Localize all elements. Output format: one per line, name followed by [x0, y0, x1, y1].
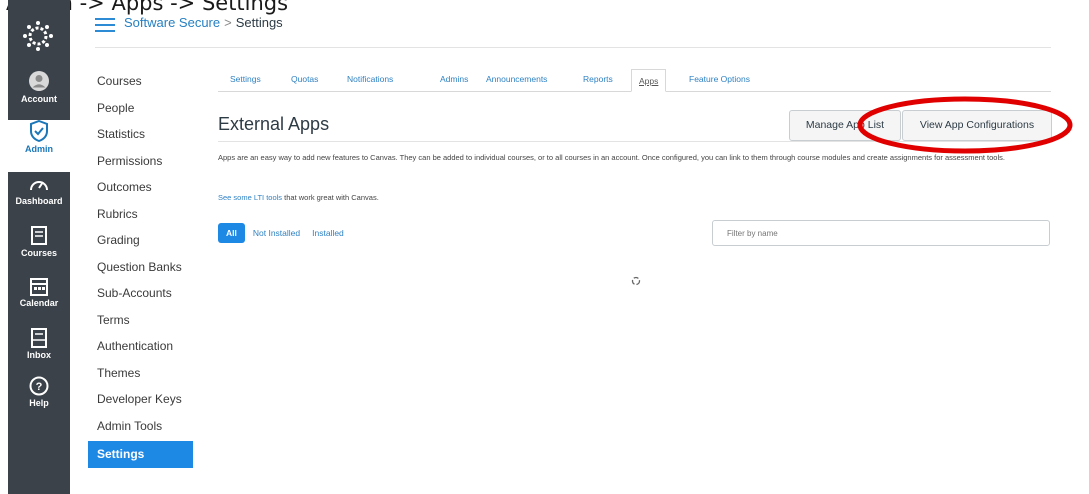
- filter-all[interactable]: All: [218, 223, 245, 243]
- subnav-developer-keys[interactable]: Developer Keys: [88, 386, 198, 413]
- nav-courses[interactable]: Courses: [8, 226, 70, 278]
- lti-tools-text: See some LTI tools that work great with …: [218, 193, 379, 202]
- nav-label: Calendar: [19, 298, 59, 308]
- header-divider: [95, 47, 1051, 48]
- tab-quotas[interactable]: Quotas: [291, 74, 318, 84]
- account-sub-nav: Courses People Statistics Permissions Ou…: [88, 68, 198, 468]
- subnav-statistics[interactable]: Statistics: [88, 121, 198, 148]
- subnav-people[interactable]: People: [88, 95, 198, 122]
- svg-text:?: ?: [36, 381, 43, 393]
- tab-reports[interactable]: Reports: [583, 74, 613, 84]
- filter-by-name-input[interactable]: [712, 220, 1050, 246]
- nav-admin[interactable]: Admin: [8, 120, 70, 172]
- subnav-question-banks[interactable]: Question Banks: [88, 254, 198, 281]
- subnav-terms[interactable]: Terms: [88, 307, 198, 334]
- tab-announcements[interactable]: Announcements: [486, 74, 547, 84]
- global-nav: Account Admin Dashboard Courses Calendar…: [8, 0, 70, 494]
- courses-icon: [31, 226, 47, 245]
- subnav-outcomes[interactable]: Outcomes: [88, 174, 198, 201]
- hamburger-menu-icon[interactable]: [95, 18, 115, 32]
- subnav-themes[interactable]: Themes: [88, 360, 198, 387]
- subnav-sub-accounts[interactable]: Sub-Accounts: [88, 280, 198, 307]
- calendar-icon: [30, 278, 48, 296]
- nav-label: Dashboard: [15, 196, 63, 206]
- subnav-settings[interactable]: Settings: [88, 441, 193, 468]
- nav-inbox[interactable]: Inbox: [8, 328, 70, 380]
- subnav-courses[interactable]: Courses: [88, 68, 198, 95]
- nav-label: Inbox: [27, 350, 51, 360]
- tab-apps[interactable]: Apps: [631, 69, 667, 92]
- tab-feature-options[interactable]: Feature Options: [689, 74, 750, 84]
- breadcrumb-current: Settings: [235, 15, 283, 30]
- annotation-highlight-ellipse: [857, 96, 1073, 154]
- canvas-logo-icon[interactable]: [22, 20, 54, 52]
- tab-notifications[interactable]: Notifications: [347, 74, 393, 84]
- breadcrumb-separator: >: [224, 15, 232, 30]
- nav-help[interactable]: ? Help: [8, 376, 70, 428]
- tab-settings[interactable]: Settings: [230, 74, 261, 84]
- help-icon: ?: [29, 376, 49, 396]
- settings-tabs: Settings Quotas Notifications Admins Ann…: [218, 69, 1051, 92]
- subnav-admin-tools[interactable]: Admin Tools: [88, 413, 198, 440]
- loading-spinner-icon: [631, 276, 641, 286]
- filter-installed[interactable]: Installed: [312, 228, 344, 238]
- dashboard-icon: [30, 181, 48, 191]
- lti-tools-rest: that work great with Canvas.: [282, 193, 379, 202]
- lti-tools-link[interactable]: See some LTI tools: [218, 193, 282, 202]
- nav-account[interactable]: Account: [8, 70, 70, 122]
- account-icon: [29, 71, 49, 91]
- subnav-authentication[interactable]: Authentication: [88, 333, 198, 360]
- nav-dashboard[interactable]: Dashboard: [8, 176, 70, 228]
- filter-not-installed[interactable]: Not Installed: [253, 228, 300, 238]
- subnav-rubrics[interactable]: Rubrics: [88, 201, 198, 228]
- subnav-permissions[interactable]: Permissions: [88, 148, 198, 175]
- page-title: External Apps: [218, 114, 330, 134]
- breadcrumb: Software Secure > Settings: [124, 15, 283, 30]
- nav-label: Account: [21, 94, 57, 104]
- nav-label: Admin: [25, 144, 53, 154]
- nav-calendar[interactable]: Calendar: [8, 276, 70, 328]
- nav-label: Help: [29, 398, 49, 408]
- admin-shield-icon: [30, 120, 48, 142]
- breadcrumb-account-link[interactable]: Software Secure: [124, 15, 220, 30]
- tab-admins[interactable]: Admins: [440, 74, 468, 84]
- subnav-grading[interactable]: Grading: [88, 227, 198, 254]
- nav-label: Courses: [20, 248, 57, 258]
- app-filter-pills: All Not Installed Installed: [218, 223, 356, 243]
- inbox-icon: [31, 328, 47, 348]
